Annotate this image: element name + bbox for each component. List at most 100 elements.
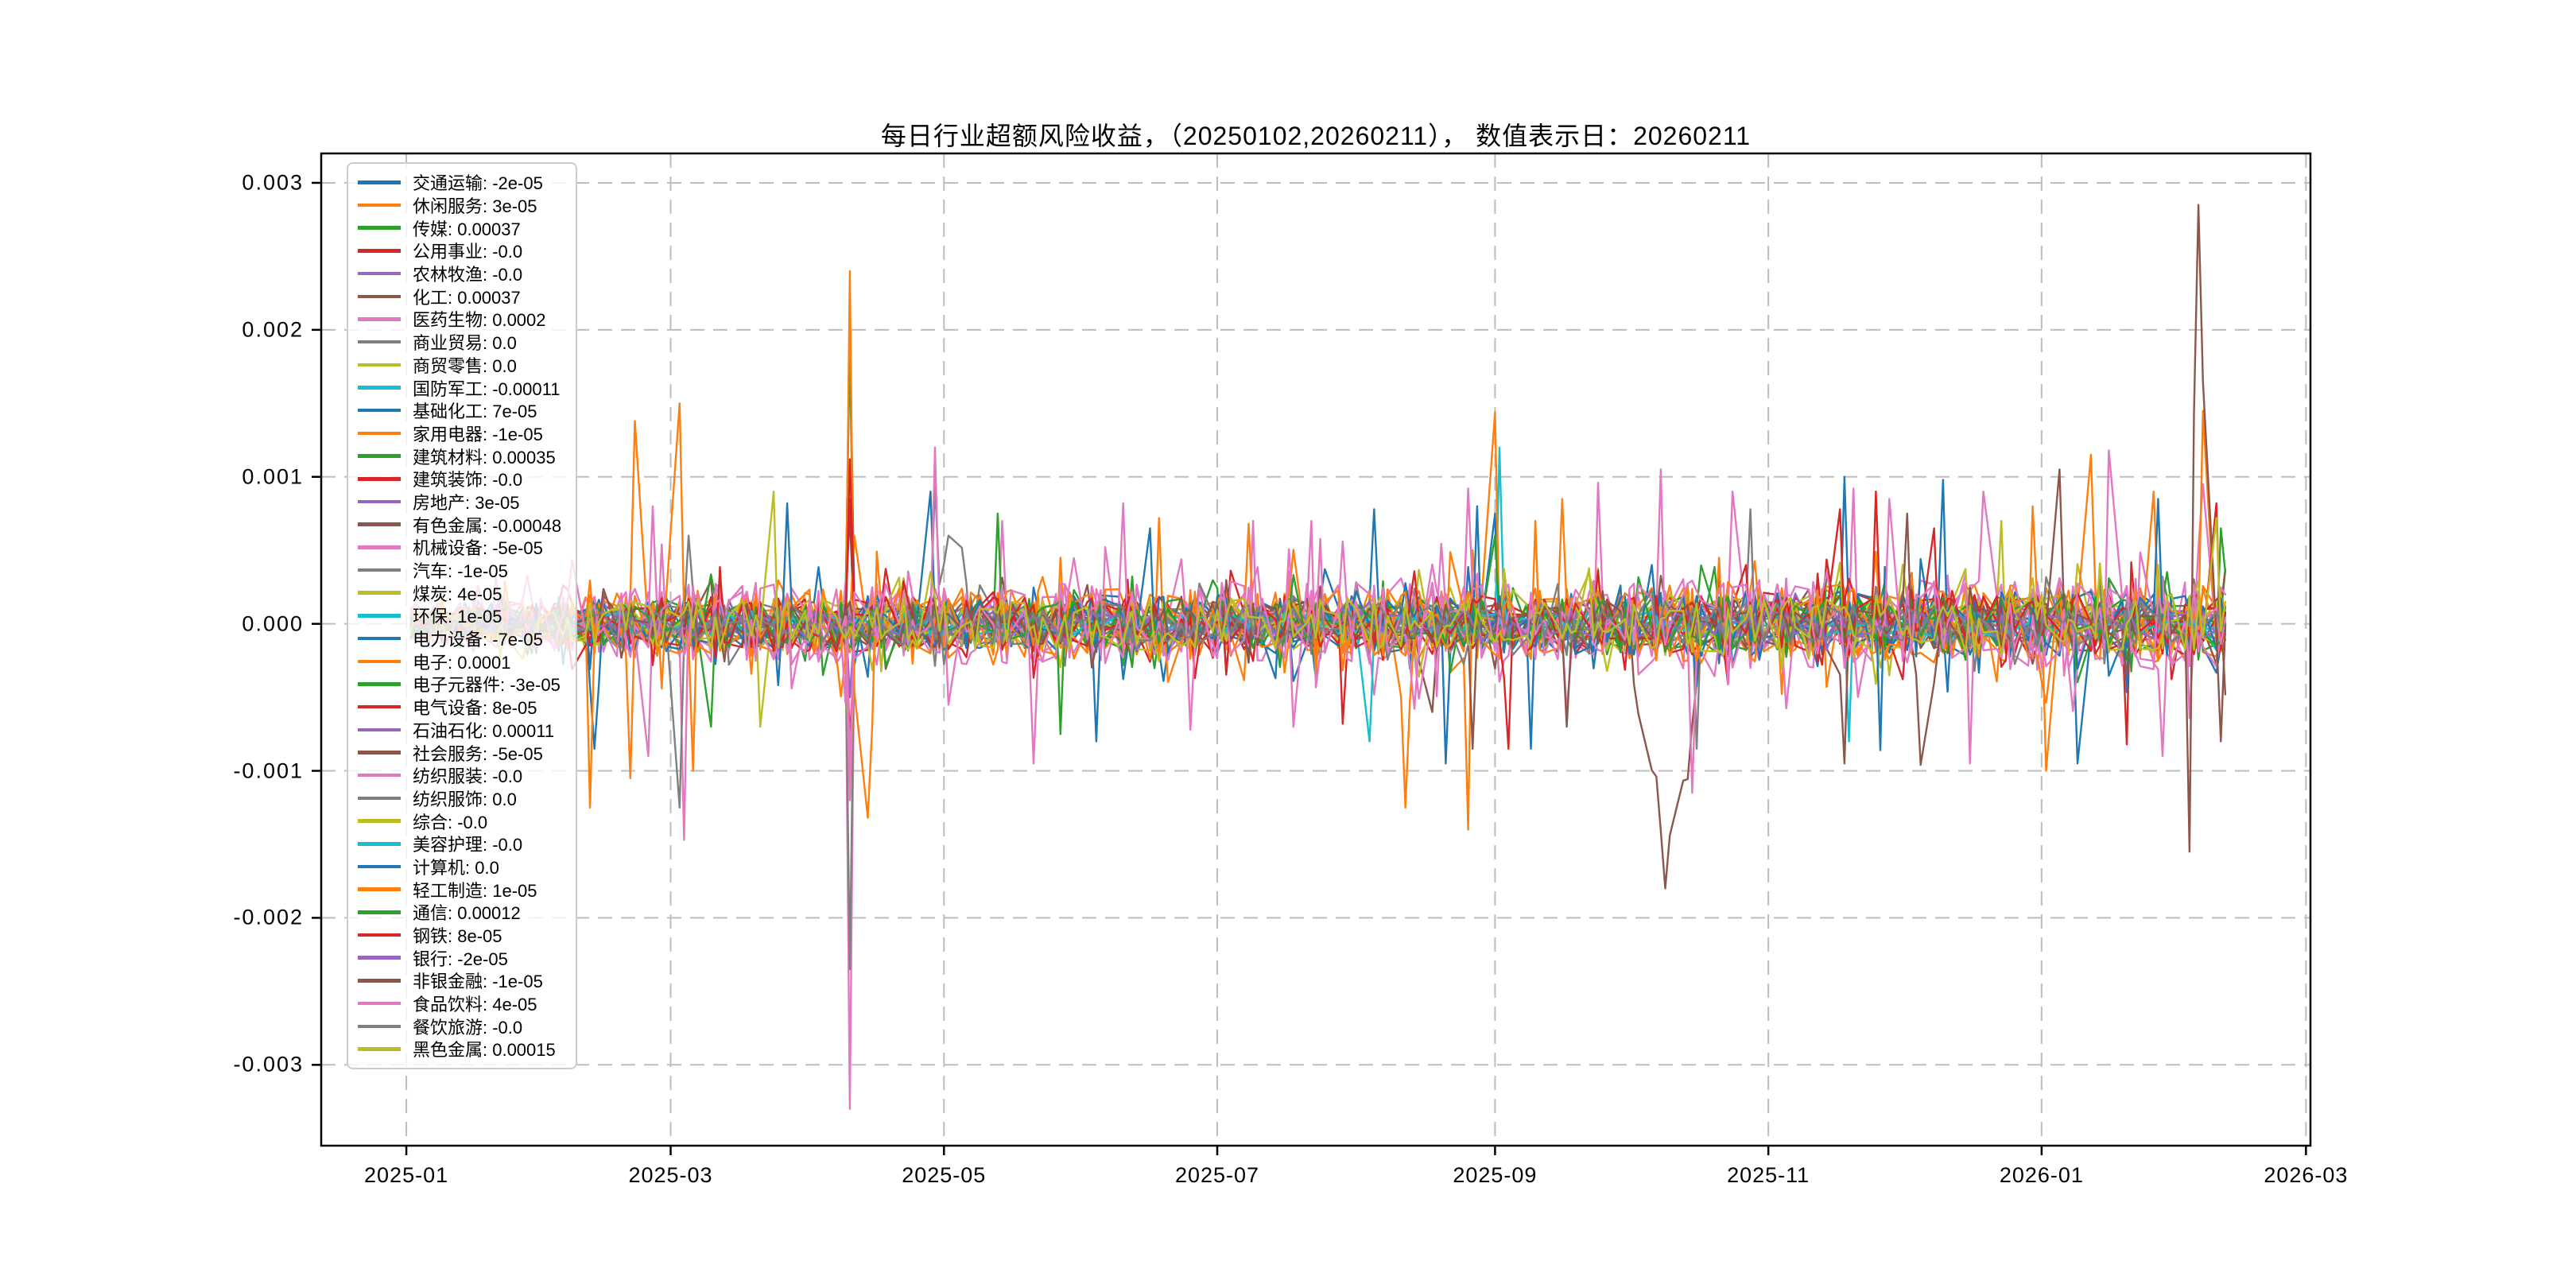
legend-item: 银行: -2e-05 bbox=[358, 946, 561, 969]
legend-item-label: 国防军工: -0.00011 bbox=[413, 378, 561, 399]
legend-item-label: 社会服务: -5e-05 bbox=[413, 743, 543, 764]
legend-item: 电子元器件: -3e-05 bbox=[358, 673, 561, 696]
legend-swatch bbox=[358, 408, 401, 413]
legend-swatch bbox=[358, 271, 401, 276]
x-tick-label: 2025-09 bbox=[1453, 1163, 1538, 1187]
legend-item: 黑色金属: 0.00015 bbox=[358, 1038, 561, 1061]
legend-item-label: 综合: -0.0 bbox=[413, 812, 488, 832]
legend-swatch bbox=[358, 545, 401, 549]
legend-item-label: 煤炭: 4e-05 bbox=[413, 584, 502, 604]
legend-swatch bbox=[358, 1001, 401, 1006]
legend-item: 医药生物: 0.0002 bbox=[358, 308, 561, 331]
x-tick-label: 2025-07 bbox=[1174, 1163, 1260, 1187]
legend-item-label: 环保: 1e-05 bbox=[413, 607, 502, 627]
legend-swatch bbox=[358, 614, 401, 618]
legend-swatch bbox=[358, 294, 401, 299]
legend-item-label: 农林牧渔: -0.0 bbox=[413, 265, 523, 285]
legend-item: 公用事业: -0.0 bbox=[358, 239, 561, 262]
legend-item-label: 建筑材料: 0.00035 bbox=[413, 447, 556, 467]
legend-item-label: 银行: -2e-05 bbox=[413, 949, 508, 969]
legend-item: 汽车: -1e-05 bbox=[358, 559, 561, 582]
legend-item-label: 交通运输: -2e-05 bbox=[413, 173, 543, 194]
figure-canvas: 每日行业超额风险收益，（20250102,20260211）， 数值表示日：20… bbox=[0, 0, 2576, 1288]
legend-swatch bbox=[358, 887, 401, 891]
legend-item-label: 公用事业: -0.0 bbox=[413, 242, 523, 262]
legend-swatch bbox=[358, 477, 401, 481]
y-tick-label: 0.000 bbox=[242, 611, 304, 636]
legend-item-label: 美容护理: -0.0 bbox=[413, 835, 523, 855]
legend-item: 有色金属: -0.00048 bbox=[358, 513, 561, 536]
legend-item: 化工: 0.00037 bbox=[358, 285, 561, 308]
legend-swatch bbox=[358, 363, 401, 367]
legend-item-label: 传媒: 0.00037 bbox=[413, 219, 521, 239]
legend-item-label: 房地产: 3e-05 bbox=[413, 492, 520, 513]
legend-item: 建筑材料: 0.00035 bbox=[358, 444, 561, 467]
legend-item-label: 非银金融: -1e-05 bbox=[413, 972, 543, 992]
legend-item-label: 钢铁: 8e-05 bbox=[413, 926, 502, 947]
legend-swatch bbox=[358, 704, 401, 709]
y-tick-label: -0.003 bbox=[233, 1052, 304, 1077]
legend-box: 交通运输: -2e-05 休闲服务: 3e-05 传媒: 0.00037 公用事业: … bbox=[347, 162, 578, 1069]
legend-swatch bbox=[358, 339, 401, 344]
legend-item: 电力设备: -7e-05 bbox=[358, 627, 561, 650]
legend-item: 电气设备: 8e-05 bbox=[358, 696, 561, 719]
legend-swatch bbox=[358, 1024, 401, 1029]
legend-item: 传媒: 0.00037 bbox=[358, 216, 561, 239]
legend-swatch bbox=[358, 751, 401, 755]
legend-swatch bbox=[358, 522, 401, 526]
legend-swatch bbox=[358, 591, 401, 595]
legend-item-label: 基础化工: 7e-05 bbox=[413, 402, 537, 422]
legend-item: 轻工制造: 1e-05 bbox=[358, 878, 561, 901]
x-tick-label: 2025-01 bbox=[364, 1163, 449, 1187]
legend-item: 商业贸易: 0.0 bbox=[358, 331, 561, 354]
legend-item-label: 化工: 0.00037 bbox=[413, 287, 521, 308]
legend-item-label: 通信: 0.00012 bbox=[413, 903, 521, 924]
legend-item-label: 有色金属: -0.00048 bbox=[413, 515, 562, 536]
legend-item: 基础化工: 7e-05 bbox=[358, 399, 561, 422]
legend-item: 计算机: 0.0 bbox=[358, 855, 561, 879]
legend-item: 交通运输: -2e-05 bbox=[358, 171, 561, 194]
legend-item: 家用电器: -1e-05 bbox=[358, 422, 561, 445]
legend-item-label: 商贸零售: 0.0 bbox=[413, 355, 517, 376]
legend-swatch bbox=[358, 386, 401, 390]
legend-item-label: 商业贸易: 0.0 bbox=[413, 333, 517, 354]
legend-item-label: 汽车: -1e-05 bbox=[413, 561, 508, 582]
chart-title: 每日行业超额风险收益，（20250102,20260211）， 数值表示日：20… bbox=[880, 122, 1752, 150]
y-tick-label: 0.002 bbox=[242, 317, 304, 342]
legend-item-label: 食品饮料: 4e-05 bbox=[413, 995, 537, 1015]
legend-item: 通信: 0.00012 bbox=[358, 901, 561, 924]
legend-swatch bbox=[358, 842, 401, 846]
legend-item-label: 建筑装饰: -0.0 bbox=[413, 470, 523, 491]
legend-item: 食品饮料: 4e-05 bbox=[358, 992, 561, 1015]
legend-item: 房地产: 3e-05 bbox=[358, 491, 561, 514]
legend-item: 农林牧渔: -0.0 bbox=[358, 262, 561, 285]
legend-swatch bbox=[358, 727, 401, 732]
legend-swatch bbox=[358, 1047, 401, 1051]
legend-swatch bbox=[358, 499, 401, 504]
x-tick-label: 2025-05 bbox=[902, 1163, 987, 1187]
legend-item: 美容护理: -0.0 bbox=[358, 832, 561, 855]
legend-item-label: 休闲服务: 3e-05 bbox=[413, 196, 537, 217]
legend-item-label: 纺织服装: -0.0 bbox=[413, 766, 523, 787]
legend-item: 环保: 1e-05 bbox=[358, 604, 561, 627]
y-tick-label: 0.003 bbox=[242, 170, 304, 195]
legend-swatch bbox=[358, 249, 401, 253]
legend-item: 钢铁: 8e-05 bbox=[358, 924, 561, 947]
legend-swatch bbox=[358, 910, 401, 914]
legend-item-label: 电力设备: -7e-05 bbox=[413, 630, 543, 650]
legend-item-label: 电气设备: 8e-05 bbox=[413, 698, 537, 719]
legend-item: 建筑装饰: -0.0 bbox=[358, 467, 561, 491]
legend-item-label: 计算机: 0.0 bbox=[413, 857, 499, 878]
legend-item: 石油石化: 0.00011 bbox=[358, 719, 561, 742]
legend-item-label: 家用电器: -1e-05 bbox=[413, 424, 543, 444]
legend-item: 休闲服务: 3e-05 bbox=[358, 194, 561, 217]
legend-item: 纺织服装: -0.0 bbox=[358, 764, 561, 787]
legend-item: 非银金融: -1e-05 bbox=[358, 969, 561, 992]
legend-swatch bbox=[358, 317, 401, 321]
x-tick-label: 2025-11 bbox=[1727, 1163, 1810, 1187]
y-tick-label: -0.002 bbox=[233, 905, 304, 929]
legend-swatch bbox=[358, 979, 401, 983]
legend-swatch bbox=[358, 796, 401, 801]
legend-item: 社会服务: -5e-05 bbox=[358, 741, 561, 764]
legend-item: 纺织服饰: 0.0 bbox=[358, 787, 561, 810]
